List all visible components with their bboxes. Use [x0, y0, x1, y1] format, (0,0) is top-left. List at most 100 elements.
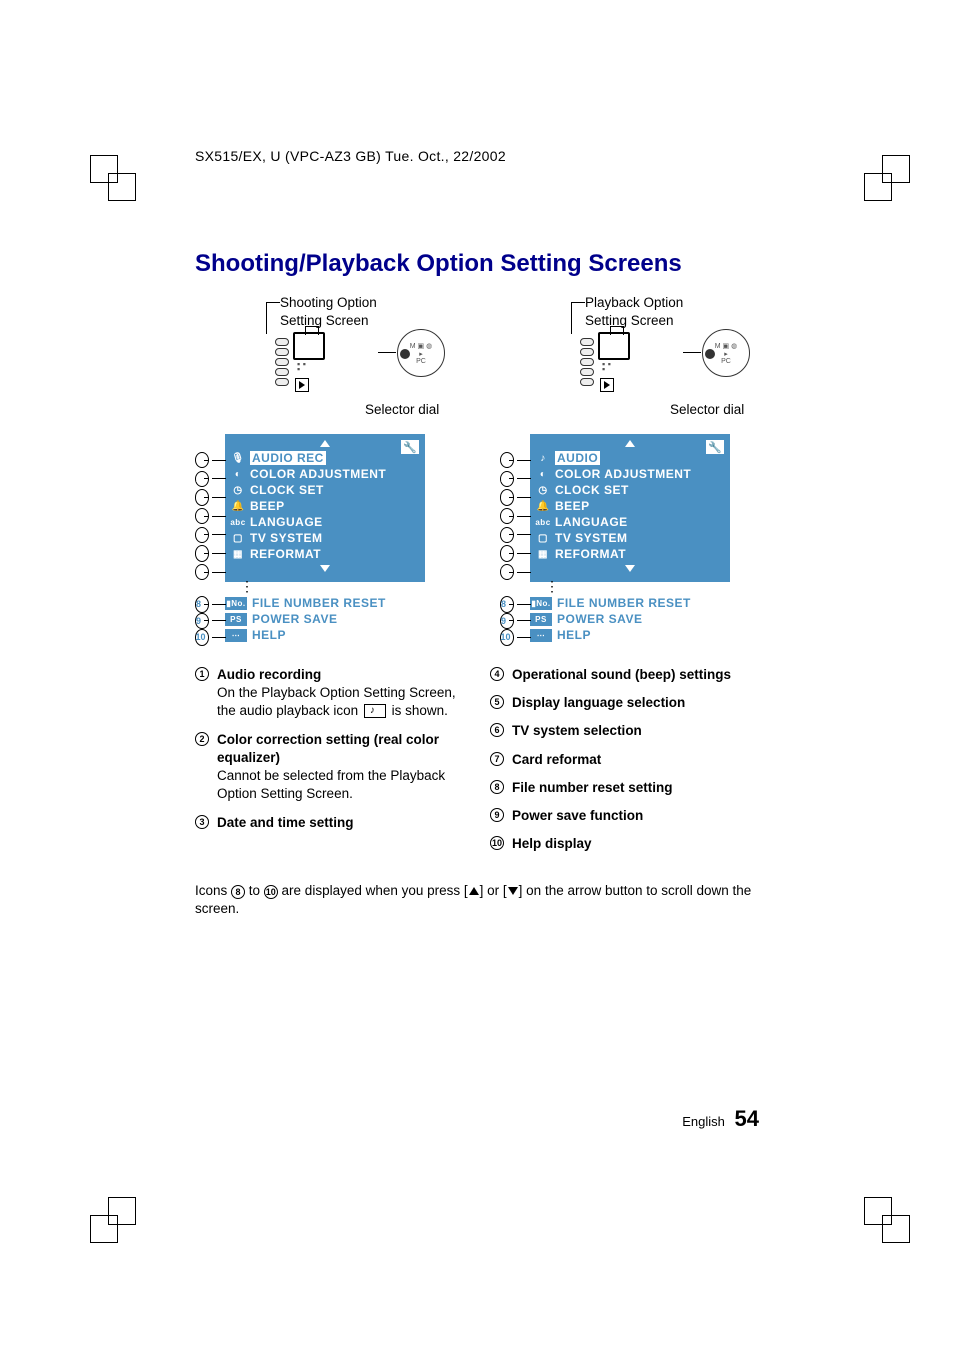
bell-icon: 🔔: [231, 500, 245, 512]
desc-title: Power save function: [512, 807, 755, 825]
menu-num: 2: [195, 471, 209, 487]
desc-item: 7Card reformat: [490, 751, 755, 769]
palette-icon: ◐: [231, 468, 245, 480]
page-title: Shooting/Playback Option Setting Screens: [195, 250, 755, 278]
menu-num: 10: [195, 629, 209, 646]
menu-num: 1: [500, 452, 514, 468]
menu-num: 6: [195, 545, 209, 561]
menu-item[interactable]: abcLANGUAGE: [536, 515, 724, 529]
menu-item[interactable]: 🔔BEEP: [536, 499, 724, 513]
shooting-extra-menu: 8 9 10 ▮No.FILE NUMBER RESET PSPOWER SAV…: [225, 582, 425, 642]
playback-label-2: Setting Screen: [585, 313, 674, 328]
menu-item[interactable]: ◐COLOR ADJUSTMENT: [536, 467, 724, 481]
selector-dial-icon: M ▣ ◍▸PC: [702, 329, 750, 377]
desc-text: Cannot be selected from the Playback Opt…: [217, 768, 445, 801]
desc-num: 2: [195, 732, 209, 746]
menu-item[interactable]: abcLANGUAGE: [231, 515, 419, 529]
menu-item[interactable]: ▮No.FILE NUMBER RESET: [225, 596, 425, 610]
menu-num: 2: [500, 471, 514, 487]
help-icon: ⋯: [225, 629, 247, 642]
selector-dial-label: Selector dial: [365, 402, 439, 417]
footnote-num: 10: [264, 885, 278, 899]
shooting-label-1: Shooting Option: [280, 295, 377, 310]
selector-dial-icon: M ▣ ◍▸PC: [397, 329, 445, 377]
menu-num: 6: [500, 545, 514, 561]
page-header: SX515/EX, U (VPC-AZ3 GB) Tue. Oct., 22/2…: [195, 148, 506, 164]
palette-icon: ◐: [536, 468, 550, 480]
desc-item: 8 File number reset setting: [490, 779, 755, 797]
menu-num: 4: [500, 508, 514, 524]
wrench-icon: 🔧: [401, 440, 419, 454]
clock-icon: ◷: [231, 484, 245, 496]
menu-num: 7: [500, 564, 514, 580]
menu-item[interactable]: 🔔BEEP: [231, 499, 419, 513]
bell-icon: 🔔: [536, 500, 550, 512]
shooting-label-2: Setting Screen: [280, 313, 369, 328]
menu-item[interactable]: ▦REFORMAT: [536, 547, 724, 561]
menu-num: 9: [500, 613, 514, 630]
menu-item[interactable]: ♪AUDIO: [536, 451, 724, 465]
desc-title: Date and time setting: [217, 814, 460, 832]
playback-menu-screen: 🔧 1 2 3 4 5 6 7 ♪AUDIO ◐COLOR ADJUSTMENT…: [530, 434, 730, 582]
menu-item[interactable]: PSPOWER SAVE: [225, 612, 425, 626]
menu-item[interactable]: ▢TV SYSTEM: [536, 531, 724, 545]
desc-num: 4: [490, 667, 504, 681]
desc-item: 10 Help display: [490, 835, 755, 853]
menu-item[interactable]: ▮No.FILE NUMBER RESET: [530, 596, 730, 610]
shooting-menu-screen: 🔧 1 2 3 4 5 6 7 🎙AUDIO REC ◐COLOR ADJUST…: [225, 434, 425, 582]
menu-item[interactable]: ⋯HELP: [225, 628, 425, 642]
desc-num: 3: [195, 815, 209, 829]
menu-num: 10: [500, 629, 514, 646]
desc-num: 7: [490, 752, 504, 766]
powersave-icon: PS: [225, 613, 247, 626]
menu-num: 7: [195, 564, 209, 580]
menu-num: 5: [500, 527, 514, 543]
footer-lang: English: [682, 1114, 725, 1129]
shooting-dial-block: Shooting Option Setting Screen ▪ ▪▪ M ▣ …: [195, 294, 450, 424]
menu-num: 8: [500, 596, 514, 613]
card-icon: ▦: [536, 548, 550, 560]
desc-num: 8: [490, 780, 504, 794]
page-number: 54: [735, 1106, 759, 1131]
menu-item[interactable]: ◷CLOCK SET: [231, 483, 419, 497]
wrench-icon: 🔧: [706, 440, 724, 454]
fileno-icon: ▮No.: [530, 597, 552, 610]
down-arrow-icon: [508, 887, 518, 895]
language-icon: abc: [231, 516, 245, 528]
desc-title: Help display: [512, 835, 755, 853]
desc-num: 10: [490, 836, 504, 850]
tv-icon: ▢: [536, 532, 550, 544]
menu-item[interactable]: ◷CLOCK SET: [536, 483, 724, 497]
menu-item[interactable]: ⋯HELP: [530, 628, 730, 642]
help-icon: ⋯: [530, 629, 552, 642]
desc-item: 4Operational sound (beep) settings: [490, 666, 755, 684]
menu-num: 3: [195, 489, 209, 505]
menu-num: 5: [195, 527, 209, 543]
playback-dial-block: Playback Option Setting Screen ▪ ▪▪ M ▣ …: [500, 294, 755, 424]
menu-num: 3: [500, 489, 514, 505]
menu-item[interactable]: 🎙AUDIO REC: [231, 451, 419, 465]
menu-num: 4: [195, 508, 209, 524]
desc-num: 6: [490, 723, 504, 737]
menu-num: 8: [195, 596, 209, 613]
up-arrow-icon: [469, 887, 479, 895]
menu-item[interactable]: PSPOWER SAVE: [530, 612, 730, 626]
menu-item[interactable]: ▦REFORMAT: [231, 547, 419, 561]
desc-num: 5: [490, 695, 504, 709]
desc-title: TV system selection: [512, 722, 755, 740]
menu-item[interactable]: ◐COLOR ADJUSTMENT: [231, 467, 419, 481]
fileno-icon: ▮No.: [225, 597, 247, 610]
language-icon: abc: [536, 516, 550, 528]
menu-item[interactable]: ▢TV SYSTEM: [231, 531, 419, 545]
mic-icon: 🎙: [231, 452, 245, 464]
card-icon: ▦: [231, 548, 245, 560]
footnote-num: 8: [231, 885, 245, 899]
tv-icon: ▢: [231, 532, 245, 544]
desc-item: 2 Color correction setting (real color e…: [195, 731, 460, 804]
device-icon: ▪ ▪▪: [580, 332, 630, 394]
desc-num: 9: [490, 808, 504, 822]
desc-text: is shown.: [392, 703, 448, 718]
desc-title: Display language selection: [512, 694, 755, 712]
page-footer: English 54: [682, 1106, 759, 1132]
desc-title: File number reset setting: [512, 779, 755, 797]
